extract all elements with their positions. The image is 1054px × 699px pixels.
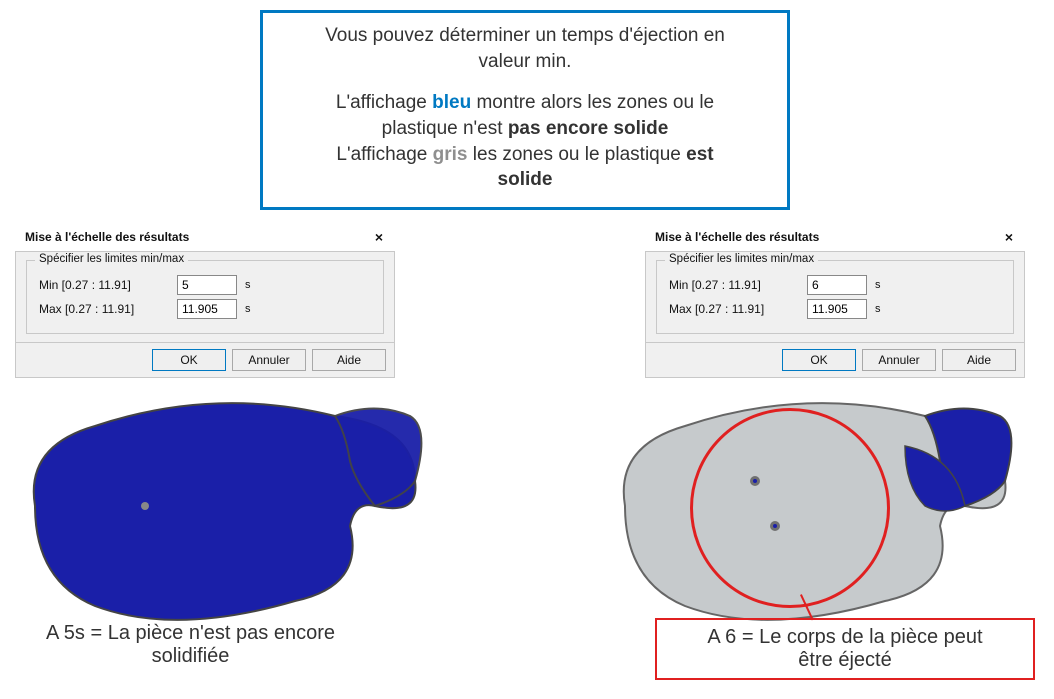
min-label: Min [0.27 : 11.91] [39, 278, 169, 292]
max-row: Max [0.27 : 11.91] s [669, 299, 1001, 319]
dialog-body: Spécifier les limites min/max Min [0.27 … [645, 251, 1025, 343]
groupbox-legend: Spécifier les limites min/max [35, 253, 188, 265]
part-render-left [15, 386, 435, 636]
unit: s [875, 303, 881, 315]
max-input[interactable] [807, 299, 867, 319]
dialog-buttons: OK Annuler Aide [15, 343, 395, 378]
close-icon[interactable]: × [999, 229, 1019, 245]
max-label: Max [0.27 : 11.91] [39, 302, 169, 316]
dialog-buttons: OK Annuler Aide [645, 343, 1025, 378]
part-render-right [605, 386, 1025, 636]
txt: Vous pouvez déterminer un temps d'éjecti… [325, 25, 725, 46]
info-line-3: L'affichage gris les zones ou le plastiq… [291, 142, 759, 193]
caption-right: A 6 = Le corps de la pièce peut être éje… [655, 618, 1035, 680]
help-button[interactable]: Aide [942, 349, 1016, 371]
min-label: Min [0.27 : 11.91] [669, 278, 799, 292]
info-box: Vous pouvez déterminer un temps d'éjecti… [260, 10, 790, 210]
max-label: Max [0.27 : 11.91] [669, 302, 799, 316]
column-left: Mise à l'échelle des résultats × Spécifi… [15, 225, 485, 636]
part-svg [15, 386, 435, 636]
txt: L'affichage [336, 92, 432, 113]
dialog-body: Spécifier les limites min/max Min [0.27 … [15, 251, 395, 343]
ok-button[interactable]: OK [152, 349, 226, 371]
info-line-2: L'affichage bleu montre alors les zones … [291, 90, 759, 141]
groupbox-legend: Spécifier les limites min/max [665, 253, 818, 265]
limits-groupbox: Spécifier les limites min/max Min [0.27 … [656, 260, 1014, 334]
max-input[interactable] [177, 299, 237, 319]
txt: valeur min. [479, 51, 572, 72]
cancel-button[interactable]: Annuler [232, 349, 306, 371]
scale-dialog: Mise à l'échelle des résultats × Spécifi… [645, 225, 1025, 378]
ok-button[interactable]: OK [782, 349, 856, 371]
txt: solidifiée [152, 645, 230, 667]
cancel-button[interactable]: Annuler [862, 349, 936, 371]
limits-groupbox: Spécifier les limites min/max Min [0.27 … [26, 260, 384, 334]
boss-core-icon [753, 479, 757, 483]
unit: s [875, 279, 881, 291]
help-button[interactable]: Aide [312, 349, 386, 371]
min-input[interactable] [807, 275, 867, 295]
txt-gris: gris [433, 144, 468, 165]
unit: s [245, 279, 251, 291]
min-input[interactable] [177, 275, 237, 295]
txt-blue: bleu [432, 92, 471, 113]
caption-left: A 5s = La pièce n'est pas encore solidif… [18, 622, 363, 668]
boss-icon [141, 502, 149, 510]
max-row: Max [0.27 : 11.91] s [39, 299, 371, 319]
txt-bold: pas encore solide [508, 118, 669, 139]
part-svg [605, 386, 1025, 636]
dialog-title-text: Mise à l'échelle des résultats [655, 230, 819, 244]
txt: montre alors les zones ou le [471, 92, 714, 113]
dialog-title-text: Mise à l'échelle des résultats [25, 230, 189, 244]
txt: les zones ou le plastique [468, 144, 687, 165]
min-row: Min [0.27 : 11.91] s [669, 275, 1001, 295]
unit: s [245, 303, 251, 315]
txt: plastique n'est [382, 118, 508, 139]
dialog-titlebar: Mise à l'échelle des résultats × [645, 225, 1025, 251]
txt: A 6 = Le corps de la pièce peut [707, 626, 982, 648]
txt-bold: solide [498, 169, 553, 190]
column-right: Mise à l'échelle des résultats × Spécifi… [565, 225, 1035, 636]
txt-bold: est [686, 144, 713, 165]
txt: L'affichage [336, 144, 432, 165]
info-line-1: Vous pouvez déterminer un temps d'éjecti… [291, 23, 759, 74]
boss-core-icon [773, 524, 777, 528]
txt: A 5s = La pièce n'est pas encore [46, 622, 335, 644]
scale-dialog: Mise à l'échelle des résultats × Spécifi… [15, 225, 395, 378]
min-row: Min [0.27 : 11.91] s [39, 275, 371, 295]
dialog-titlebar: Mise à l'échelle des résultats × [15, 225, 395, 251]
txt: être éjecté [798, 649, 891, 671]
close-icon[interactable]: × [369, 229, 389, 245]
